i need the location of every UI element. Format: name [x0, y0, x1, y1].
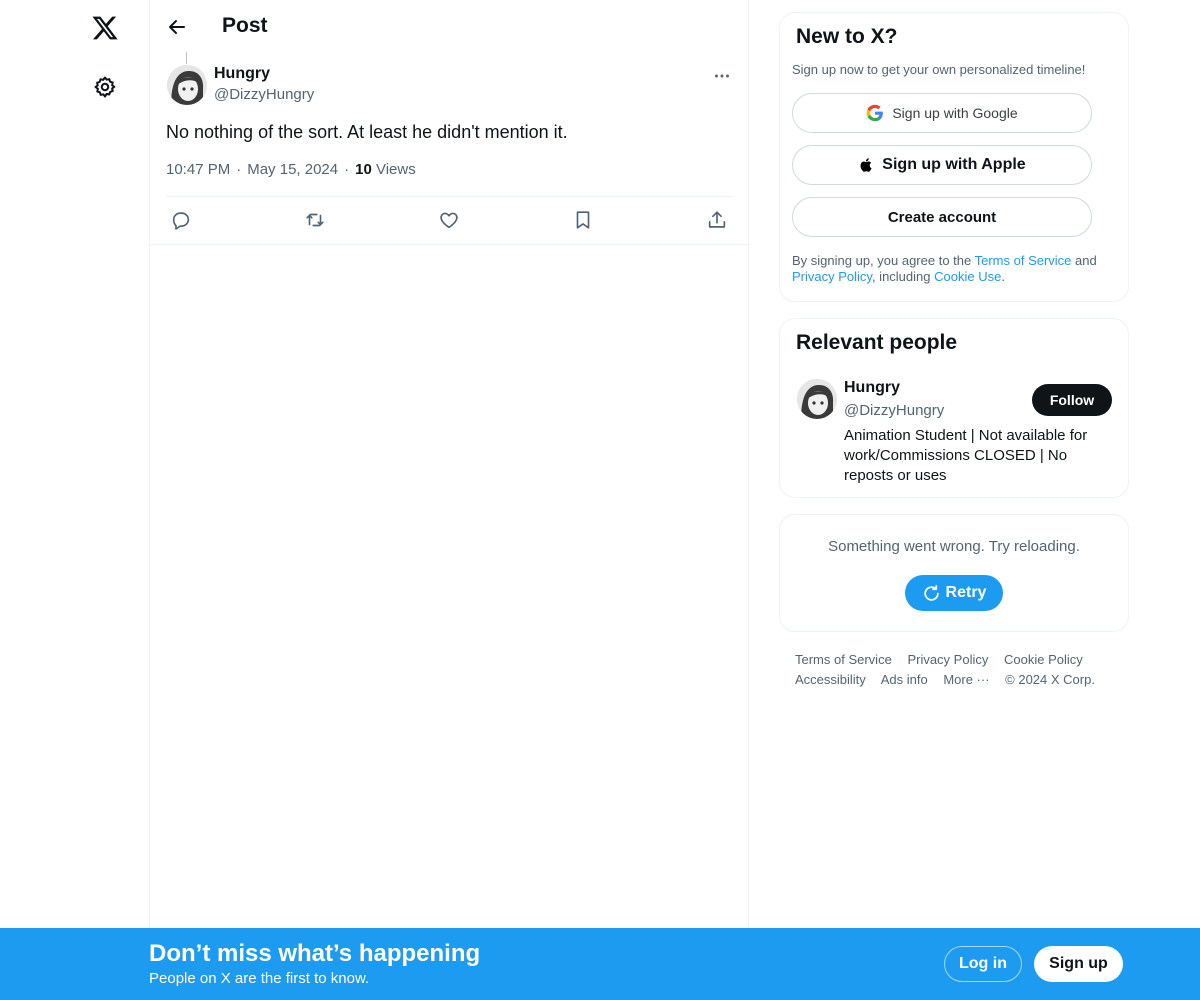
- legal-text: By signing up, you agree to the: [792, 253, 975, 268]
- author-name[interactable]: Hungry: [214, 65, 270, 83]
- retry-button[interactable]: Retry: [905, 575, 1003, 611]
- footer-more-link[interactable]: More ···: [943, 672, 989, 687]
- post-text: No nothing of the sort. At least he didn…: [166, 122, 568, 142]
- follow-button[interactable]: Follow: [1032, 384, 1112, 416]
- retry-label: Retry: [945, 584, 987, 601]
- avatar[interactable]: [167, 65, 207, 105]
- google-signup-button[interactable]: Sign up with Google: [792, 93, 1092, 133]
- cookie-link[interactable]: Cookie Use: [934, 269, 1001, 284]
- apple-signup-label: Sign up with Apple: [882, 156, 1026, 173]
- signup-title: New to X?: [796, 25, 898, 48]
- like-icon[interactable]: [438, 209, 460, 231]
- footer-ads-link[interactable]: Ads info: [881, 672, 928, 687]
- share-icon[interactable]: [706, 209, 728, 231]
- author-handle[interactable]: @DizzyHungry: [214, 86, 314, 103]
- more-options-icon[interactable]: [711, 65, 733, 87]
- footer-links: Terms of Service Privacy Policy Cookie P…: [795, 650, 1115, 690]
- reply-icon[interactable]: [170, 209, 192, 231]
- legal-text: and: [1071, 253, 1097, 268]
- footer-privacy-link[interactable]: Privacy Policy: [907, 652, 988, 667]
- signup-legal-text: By signing up, you agree to the Terms of…: [792, 253, 1122, 285]
- main-column: Post Hungry @DizzyHungry No nothing of t…: [149, 0, 749, 1000]
- signup-card: New to X? Sign up now to get your own pe…: [779, 12, 1129, 302]
- relevant-people-card: Relevant people Hungry @DizzyHungry Foll…: [779, 318, 1129, 498]
- person-handle[interactable]: @DizzyHungry: [844, 402, 944, 419]
- top-bar: Post: [150, 0, 749, 54]
- footer-cookie-link[interactable]: Cookie Policy: [1004, 652, 1083, 667]
- thread-line: [186, 52, 187, 64]
- repost-icon[interactable]: [304, 209, 326, 231]
- create-account-label: Create account: [887, 208, 997, 226]
- views-count: 10: [355, 161, 372, 178]
- bookmark-icon[interactable]: [572, 209, 594, 231]
- terms-link[interactable]: Terms of Service: [975, 253, 1072, 268]
- x-logo-icon[interactable]: [91, 14, 119, 42]
- divider: [150, 244, 749, 245]
- error-card: Something went wrong. Try reloading. Ret…: [779, 514, 1129, 632]
- signup-button[interactable]: Sign up: [1034, 946, 1123, 982]
- page-title: Post: [222, 14, 268, 37]
- post-time[interactable]: 10:47 PM: [166, 161, 230, 178]
- views-label: Views: [375, 161, 416, 178]
- left-nav: [0, 0, 150, 1000]
- footer-copyright: © 2024 X Corp.: [1005, 672, 1095, 687]
- footer-terms-link[interactable]: Terms of Service: [795, 652, 892, 667]
- avatar[interactable]: [797, 379, 837, 419]
- google-signup-label: Sign up with Google: [892, 105, 1018, 121]
- login-button[interactable]: Log in: [944, 946, 1022, 982]
- meta-separator: ·: [236, 161, 242, 178]
- legal-text: , including: [871, 269, 935, 284]
- meta-separator: ·: [344, 161, 350, 178]
- error-message: Something went wrong. Try reloading.: [828, 538, 1080, 555]
- relevant-people-title: Relevant people: [796, 331, 958, 354]
- legal-text: .: [1001, 269, 1005, 284]
- bottom-bar-title: Don’t miss what’s happening: [149, 940, 481, 967]
- create-account-button[interactable]: Create account: [792, 197, 1092, 237]
- footer-accessibility-link[interactable]: Accessibility: [795, 672, 866, 687]
- post-date[interactable]: May 15, 2024: [247, 161, 338, 178]
- signup-subtitle: Sign up now to get your own personalized…: [792, 62, 1086, 77]
- bottom-signup-bar: Don’t miss what’s happening People on X …: [0, 928, 1200, 1000]
- person-bio: Animation Student | Not available for wo…: [844, 427, 1088, 484]
- apple-signup-button[interactable]: Sign up with Apple: [792, 145, 1092, 185]
- privacy-link[interactable]: Privacy Policy: [792, 269, 872, 284]
- post-actions: [166, 196, 734, 244]
- gear-icon[interactable]: [93, 75, 117, 99]
- post-meta: 10:47 PM · May 15, 2024 · 10 Views: [166, 161, 416, 178]
- person-name[interactable]: Hungry: [844, 379, 900, 397]
- bottom-bar-subtitle: People on X are the first to know.: [149, 970, 370, 987]
- apple-icon: [860, 158, 872, 172]
- google-icon: [867, 104, 884, 122]
- arrow-left-icon[interactable]: [165, 15, 189, 39]
- refresh-icon: [923, 584, 939, 601]
